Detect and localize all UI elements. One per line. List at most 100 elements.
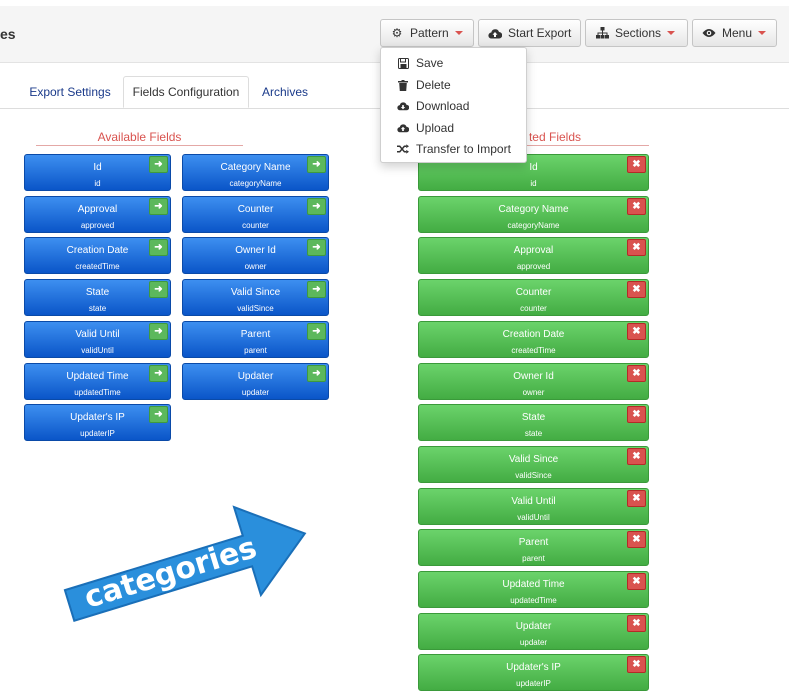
field-label: Valid Since [508, 453, 559, 465]
remove-field-button[interactable]: ✖ [627, 573, 646, 590]
sitemap-icon [595, 27, 609, 39]
tab-export-settings[interactable]: Export Settings [22, 76, 118, 108]
field-label: Updater's IP [506, 662, 561, 674]
trash-icon [397, 79, 409, 91]
field-key: updaterIP [516, 679, 551, 689]
field-card[interactable]: Approval approved ➜ [24, 195, 171, 233]
field-key: updatedTime [74, 387, 121, 397]
remove-field-button[interactable]: ✖ [627, 322, 646, 340]
field-key: validSince [237, 304, 274, 314]
add-field-button[interactable]: ➜ [149, 322, 168, 340]
menu-item-label: Save [416, 56, 444, 70]
field-card[interactable]: Counter counter ➜ [182, 195, 329, 233]
add-field-button[interactable]: ➜ [307, 281, 326, 299]
field-key: updatedTime [510, 596, 557, 605]
pattern-dropdown-menu: Save Delete Download Upload Transfer to … [380, 47, 527, 163]
menu-item-delete[interactable]: Delete [397, 77, 451, 93]
field-card[interactable]: Id id ➜ [24, 154, 171, 191]
menu-item-transfer-to-import[interactable]: Transfer to Import [397, 141, 511, 157]
cloud-upload-icon [488, 28, 502, 39]
remove-field-button[interactable]: ✖ [627, 197, 646, 215]
field-card[interactable]: Creation Date createdTime ✖ [418, 320, 649, 358]
remove-field-button[interactable]: ✖ [627, 156, 646, 173]
field-key: state [524, 429, 543, 439]
start-export-label: Start Export [508, 26, 572, 40]
field-card[interactable]: Category Name categoryName ➜ [182, 154, 329, 191]
field-card[interactable]: State state ➜ [24, 279, 171, 317]
field-key: id [94, 179, 101, 188]
field-card[interactable]: Updater's IP updaterIP ✖ [418, 654, 649, 691]
add-field-button[interactable]: ➜ [149, 197, 168, 215]
field-card[interactable]: Updated Time updatedTime ➜ [24, 362, 171, 400]
menu-item-label: Delete [416, 78, 451, 92]
field-card[interactable]: Updated Time updatedTime ✖ [418, 571, 649, 608]
menu-item-save[interactable]: Save [397, 55, 443, 71]
gear-icon: ⚙ [391, 26, 403, 40]
add-field-button[interactable]: ➜ [149, 364, 168, 382]
field-card[interactable]: Creation Date createdTime ➜ [24, 237, 171, 275]
field-key: approved [80, 220, 115, 230]
available-fields-title: Available Fields [36, 129, 243, 146]
add-field-button[interactable]: ➜ [307, 322, 326, 340]
field-card[interactable]: Valid Until validUntil ✖ [418, 487, 649, 525]
caret-down-icon [667, 31, 676, 35]
add-field-button[interactable]: ➜ [149, 156, 168, 173]
field-card[interactable]: Updater updater ➜ [182, 362, 329, 400]
tab-archives[interactable]: Archives [254, 76, 316, 108]
add-field-button[interactable]: ➜ [149, 281, 168, 299]
field-card[interactable]: Updater's IP updaterIP ➜ [24, 404, 171, 442]
field-label: Counter [515, 287, 552, 299]
menu-button[interactable]: Menu [692, 19, 777, 47]
pattern-button[interactable]: ⚙ Pattern [380, 19, 474, 47]
field-card[interactable]: Valid Since validSince ✖ [418, 445, 649, 483]
field-card[interactable]: Category Name categoryName ✖ [418, 195, 649, 233]
field-card[interactable]: Parent parent ➜ [182, 320, 329, 358]
tab-fields-configuration[interactable]: Fields Configuration [123, 76, 249, 108]
field-card[interactable]: Valid Since validSince ➜ [182, 279, 329, 317]
add-field-button[interactable]: ➜ [307, 156, 326, 173]
field-label: Creation Date [502, 328, 565, 340]
field-card[interactable]: Valid Until validUntil ➜ [24, 320, 171, 358]
field-key: owner [244, 262, 267, 272]
remove-field-button[interactable]: ✖ [627, 281, 646, 299]
field-key: createdTime [511, 345, 556, 355]
field-key: updaterIP [80, 429, 115, 439]
cloud-download-icon [397, 101, 409, 111]
remove-field-button[interactable]: ✖ [627, 531, 646, 549]
field-card[interactable]: Owner Id owner ➜ [182, 237, 329, 275]
remove-field-button[interactable]: ✖ [627, 489, 646, 507]
shuffle-icon [397, 144, 409, 154]
add-field-button[interactable]: ➜ [307, 197, 326, 215]
caret-down-icon [454, 31, 463, 35]
remove-field-button[interactable]: ✖ [627, 614, 646, 632]
add-field-button[interactable]: ➜ [307, 364, 326, 382]
field-card[interactable]: State state ✖ [418, 404, 649, 442]
remove-field-button[interactable]: ✖ [627, 364, 646, 382]
field-key: parent [244, 345, 267, 355]
categories-arrow-banner: categories [63, 505, 307, 622]
field-card[interactable]: Approval approved ✖ [418, 237, 649, 275]
add-field-button[interactable]: ➜ [149, 406, 168, 424]
field-label: Updated Time [502, 579, 565, 590]
menu-item-download[interactable]: Download [397, 98, 469, 114]
field-key: owner [522, 387, 545, 397]
field-card[interactable]: Updater updater ✖ [418, 612, 649, 650]
sections-button[interactable]: Sections [585, 19, 688, 47]
selected-fields-title-text: ted Fields [528, 130, 581, 144]
remove-field-button[interactable]: ✖ [627, 447, 646, 465]
field-card[interactable]: Counter counter ✖ [418, 279, 649, 317]
field-key: id [530, 179, 537, 188]
remove-field-button[interactable]: ✖ [627, 239, 646, 257]
remove-field-button[interactable]: ✖ [627, 406, 646, 424]
field-key: categoryName [507, 220, 560, 230]
add-field-button[interactable]: ➜ [149, 239, 168, 257]
remove-field-button[interactable]: ✖ [627, 656, 646, 674]
menu-item-label: Download [416, 99, 470, 113]
field-key: updater [241, 387, 270, 397]
field-card[interactable]: Owner Id owner ✖ [418, 362, 649, 400]
field-card[interactable]: Parent parent ✖ [418, 529, 649, 567]
menu-label: Menu [722, 26, 753, 40]
menu-item-upload[interactable]: Upload [397, 120, 454, 136]
start-export-button[interactable]: Start Export [478, 19, 581, 47]
add-field-button[interactable]: ➜ [307, 239, 326, 257]
